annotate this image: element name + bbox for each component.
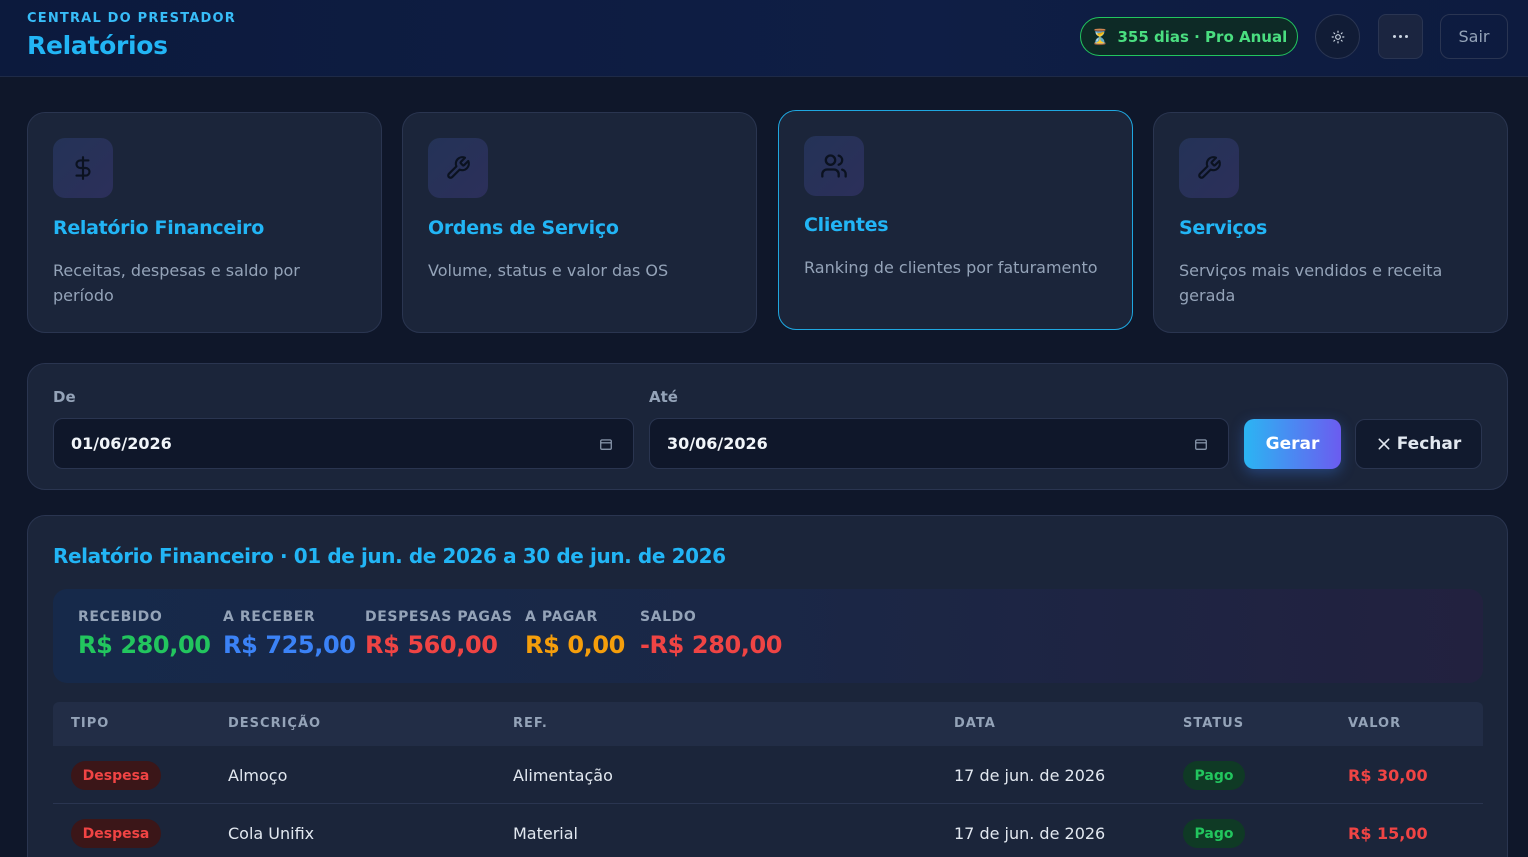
summary-label: A PAGAR — [525, 609, 598, 625]
status-badge: Pago — [1183, 761, 1245, 790]
wrench-icon — [1179, 138, 1239, 198]
users-icon — [804, 136, 864, 196]
report-card-ordens[interactable]: Ordens de Serviço Volume, status e valor… — [402, 112, 757, 333]
row-ref: Material — [513, 824, 578, 843]
report-panel: Relatório Financeiro · 01 de jun. de 202… — [27, 515, 1508, 857]
app-header: CENTRAL DO PRESTADOR Relatórios ⏳ 355 di… — [0, 0, 1528, 77]
row-ref: Alimentação — [513, 766, 613, 785]
report-card-clientes[interactable]: Clientes Ranking de clientes por faturam… — [778, 110, 1133, 330]
column-header-status[interactable]: STATUS — [1183, 716, 1244, 731]
report-card-servicos[interactable]: Serviços Serviços mais vendidos e receit… — [1153, 112, 1508, 333]
report-card-title: Relatório Financeiro — [53, 217, 264, 239]
row-description: Almoço — [228, 766, 288, 785]
summary-value: R$ 280,00 — [78, 631, 211, 659]
to-date-label: Até — [649, 388, 678, 406]
summary-value: R$ 560,00 — [365, 631, 498, 659]
summary-value: R$ 0,00 — [525, 631, 625, 659]
summary-despesas-pagas: DESPESAS PAGAS R$ 560,00 — [365, 609, 513, 659]
type-badge: Despesa — [71, 819, 161, 848]
hourglass-icon: ⏳ — [1090, 27, 1110, 46]
summary-a-receber: A RECEBER R$ 725,00 — [223, 609, 356, 659]
report-card-description: Receitas, despesas e saldo por período — [53, 261, 300, 305]
plan-badge-label: 355 dias · Pro Anual — [1117, 27, 1288, 46]
page-title: Relatórios — [27, 31, 168, 60]
summary-recebido: RECEBIDO R$ 280,00 — [78, 609, 211, 659]
report-card-description: Volume, status e valor das OS — [428, 261, 669, 280]
to-date-value: 30/06/2026 — [667, 434, 768, 453]
summary-label: DESPESAS PAGAS — [365, 609, 513, 625]
summary-label: SALDO — [640, 609, 697, 625]
calendar-icon[interactable] — [599, 437, 613, 451]
summary-saldo: SALDO -R$ 280,00 — [640, 609, 783, 659]
report-card-title: Serviços — [1179, 217, 1268, 239]
date-filter-panel: De 01/06/2026 Até 30/06/2026 Gerar Fecha… — [27, 363, 1508, 490]
close-button-label: Fechar — [1396, 434, 1462, 454]
column-header-valor[interactable]: VALOR — [1348, 716, 1401, 731]
row-date: 17 de jun. de 2026 — [954, 824, 1106, 843]
dollar-icon — [53, 138, 113, 198]
summary-value: R$ 725,00 — [223, 631, 356, 659]
close-icon — [1378, 438, 1390, 450]
theme-toggle-button[interactable] — [1315, 14, 1360, 59]
report-card-title: Clientes — [804, 214, 889, 236]
column-header-data[interactable]: DATA — [954, 716, 996, 731]
from-date-value: 01/06/2026 — [71, 434, 172, 453]
report-card-financeiro[interactable]: Relatório Financeiro Receitas, despesas … — [27, 112, 382, 333]
from-date-input[interactable]: 01/06/2026 — [53, 418, 634, 469]
column-header-tipo[interactable]: TIPO — [71, 716, 109, 731]
table-header: TIPO DESCRIÇÃO REF. DATA STATUS VALOR — [53, 702, 1483, 746]
more-dots-icon — [1393, 35, 1408, 38]
report-card-description: Serviços mais vendidos e receita gerada — [1179, 261, 1443, 305]
summary-value: -R$ 280,00 — [640, 631, 783, 659]
sun-icon — [1331, 30, 1344, 43]
status-badge: Pago — [1183, 819, 1245, 848]
row-value: R$ 30,00 — [1348, 766, 1428, 785]
report-card-title: Ordens de Serviço — [428, 217, 619, 239]
table-row[interactable]: Despesa Almoço Alimentação 17 de jun. de… — [53, 746, 1483, 804]
generate-button[interactable]: Gerar — [1244, 419, 1341, 469]
row-value: R$ 15,00 — [1348, 824, 1428, 843]
from-date-label: De — [53, 388, 76, 406]
row-description: Cola Unifix — [228, 824, 315, 843]
summary-bar: RECEBIDO R$ 280,00 A RECEBER R$ 725,00 D… — [53, 589, 1483, 683]
row-date: 17 de jun. de 2026 — [954, 766, 1106, 785]
app-eyebrow: CENTRAL DO PRESTADOR — [27, 11, 236, 26]
transactions-table: TIPO DESCRIÇÃO REF. DATA STATUS VALOR De… — [53, 702, 1483, 857]
to-date-input[interactable]: 30/06/2026 — [649, 418, 1229, 469]
summary-a-pagar: A PAGAR R$ 0,00 — [525, 609, 625, 659]
plan-badge[interactable]: ⏳ 355 dias · Pro Anual — [1080, 17, 1298, 56]
column-header-ref[interactable]: REF. — [513, 716, 548, 731]
wrench-icon — [428, 138, 488, 198]
summary-label: RECEBIDO — [78, 609, 163, 625]
close-button[interactable]: Fechar — [1355, 419, 1482, 469]
summary-label: A RECEBER — [223, 609, 316, 625]
report-card-description: Ranking de clientes por faturamento — [804, 258, 1098, 277]
more-options-button[interactable] — [1378, 14, 1423, 59]
type-badge: Despesa — [71, 761, 161, 790]
table-row[interactable]: Despesa Cola Unifix Material 17 de jun. … — [53, 804, 1483, 857]
logout-button[interactable]: Sair — [1440, 14, 1508, 59]
calendar-icon[interactable] — [1194, 437, 1208, 451]
report-title: Relatório Financeiro · 01 de jun. de 202… — [53, 544, 726, 568]
column-header-descricao[interactable]: DESCRIÇÃO — [228, 716, 321, 731]
